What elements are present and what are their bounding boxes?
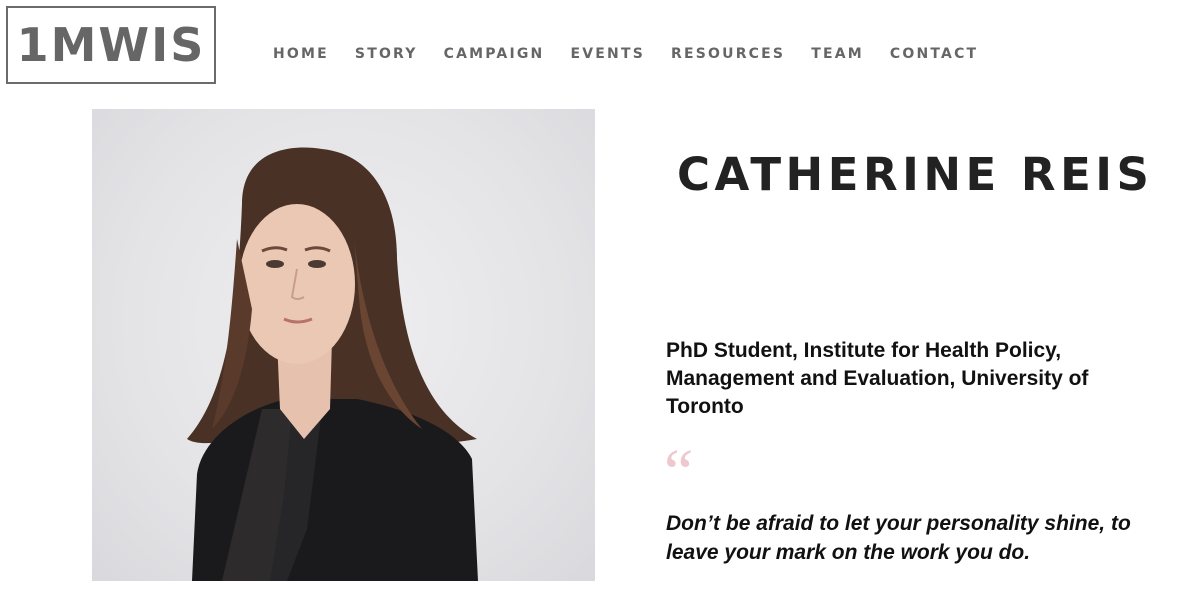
nav-item-campaign[interactable]: CAMPAIGN	[444, 44, 545, 64]
logo-text: 1MWIS	[16, 18, 206, 72]
main-nav: HOME STORY CAMPAIGN EVENTS RESOURCES TEA…	[273, 44, 1004, 64]
nav-item-story[interactable]: STORY	[355, 44, 418, 64]
nav-item-team[interactable]: TEAM	[811, 44, 864, 64]
profile-photo	[92, 109, 595, 581]
portrait-illustration	[187, 147, 478, 581]
nav-item-home[interactable]: HOME	[273, 44, 329, 64]
person-quote: Don’t be afraid to let your personality …	[666, 512, 1131, 564]
nav-item-resources[interactable]: RESOURCES	[671, 44, 785, 64]
person-name: CATHERINE REIS	[677, 148, 1154, 201]
nav-item-events[interactable]: EVENTS	[570, 44, 645, 64]
nav-item-contact[interactable]: CONTACT	[890, 44, 978, 64]
quote-mark-icon: “	[664, 436, 694, 509]
person-role: PhD Student, Institute for Health Policy…	[666, 339, 1089, 418]
logo-link[interactable]: 1MWIS	[6, 6, 216, 84]
